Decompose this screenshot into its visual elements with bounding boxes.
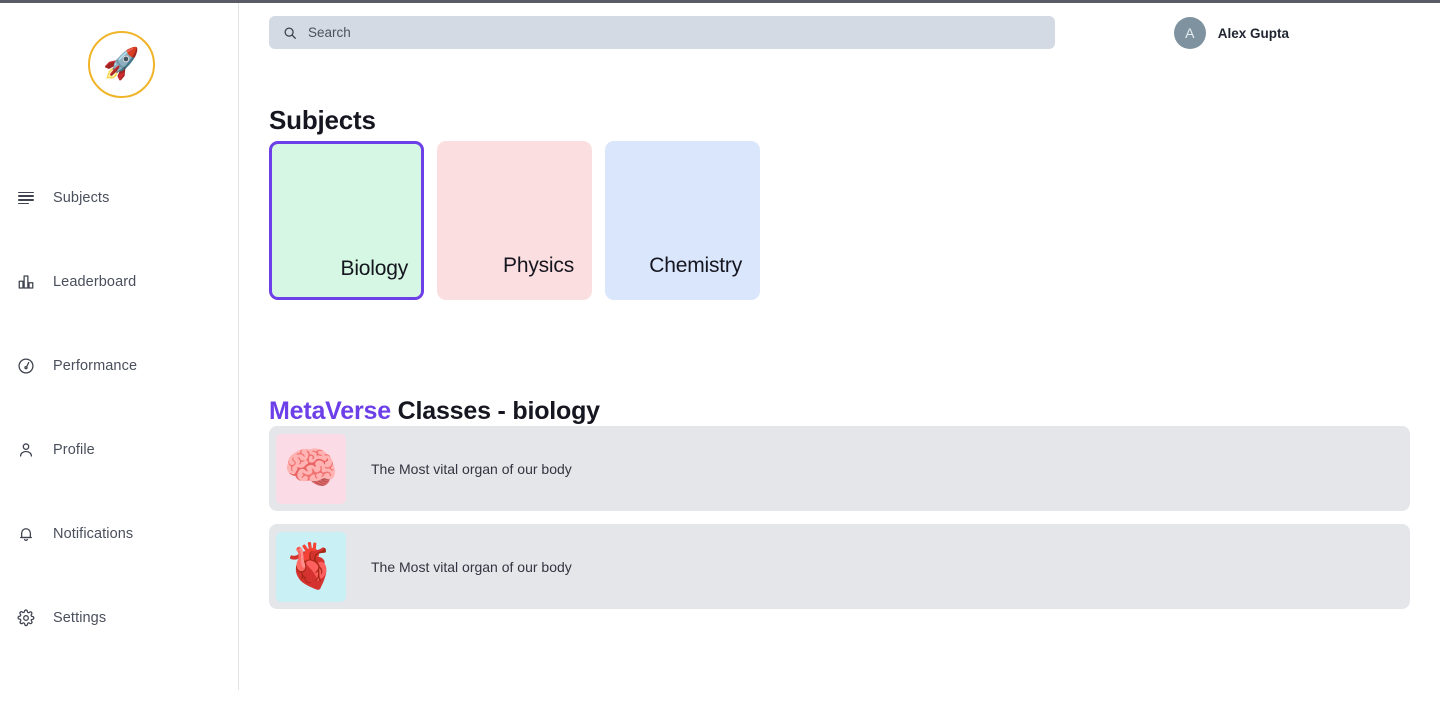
classes-heading-brand: MetaVerse <box>269 396 391 425</box>
subject-card-biology[interactable]: Biology <box>269 141 424 300</box>
subject-card-chemistry[interactable]: Chemistry <box>605 141 760 300</box>
sidebar-item-subjects[interactable]: Subjects <box>0 181 239 215</box>
sidebar-nav: Subjects Leaderboard Performance Profile… <box>0 181 239 635</box>
class-title: The Most vital organ of our body <box>371 460 572 477</box>
app-logo[interactable]: 🚀 <box>88 31 155 98</box>
brain-icon: 🧠 <box>283 443 339 493</box>
subjects-card-row: Biology Physics Chemistry <box>269 141 773 300</box>
class-row-heart[interactable]: 🫀 The Most vital organ of our body <box>269 524 1410 609</box>
heart-organ-icon: 🫀 <box>283 541 339 591</box>
subject-card-label: Physics <box>503 254 574 277</box>
subjects-heading: Subjects <box>269 105 376 136</box>
sidebar-item-label: Subjects <box>53 190 110 206</box>
bell-icon <box>16 524 36 544</box>
classes-heading: MetaVerse Classes - biology <box>269 397 600 426</box>
sidebar-item-leaderboard[interactable]: Leaderboard <box>0 265 239 299</box>
subject-card-physics[interactable]: Physics <box>437 141 592 300</box>
search-icon <box>283 26 297 40</box>
sidebar-item-label: Profile <box>53 442 95 458</box>
class-thumbnail: 🫀 <box>276 531 346 602</box>
sidebar: 🚀 Subjects Leaderboard Performance Profi… <box>0 3 239 690</box>
search-bar[interactable] <box>269 16 1055 49</box>
main-content: A Alex Gupta Subjects Biology Physics Ch… <box>240 3 1440 728</box>
sidebar-item-label: Notifications <box>53 526 134 542</box>
sidebar-item-label: Settings <box>53 610 107 626</box>
sidebar-item-label: Performance <box>53 358 138 374</box>
sidebar-item-label: Leaderboard <box>53 274 137 290</box>
user-name: Alex Gupta <box>1217 25 1289 41</box>
list-lines-icon <box>16 188 36 208</box>
search-input[interactable] <box>308 25 1008 40</box>
user-menu[interactable]: A Alex Gupta <box>1173 17 1289 49</box>
class-title: The Most vital organ of our body <box>371 558 572 575</box>
class-row-brain[interactable]: 🧠 The Most vital organ of our body <box>269 426 1410 511</box>
subject-card-label: Chemistry <box>649 254 742 277</box>
class-thumbnail: 🧠 <box>276 433 346 504</box>
speedometer-icon <box>16 356 36 376</box>
rocket-icon: 🚀 <box>102 46 141 82</box>
avatar: A <box>1173 17 1206 49</box>
top-header: A Alex Gupta <box>240 3 1440 65</box>
class-list: 🧠 The Most vital organ of our body 🫀 The… <box>269 426 1410 622</box>
user-icon <box>16 440 36 460</box>
sidebar-item-settings[interactable]: Settings <box>0 601 239 635</box>
subject-card-label: Biology <box>340 257 409 280</box>
sidebar-item-notifications[interactable]: Notifications <box>0 517 239 551</box>
bar-chart-icon <box>16 272 36 292</box>
sidebar-item-performance[interactable]: Performance <box>0 349 239 383</box>
classes-heading-rest: Classes - biology <box>390 396 600 425</box>
gear-icon <box>16 608 36 628</box>
sidebar-item-profile[interactable]: Profile <box>0 433 239 467</box>
